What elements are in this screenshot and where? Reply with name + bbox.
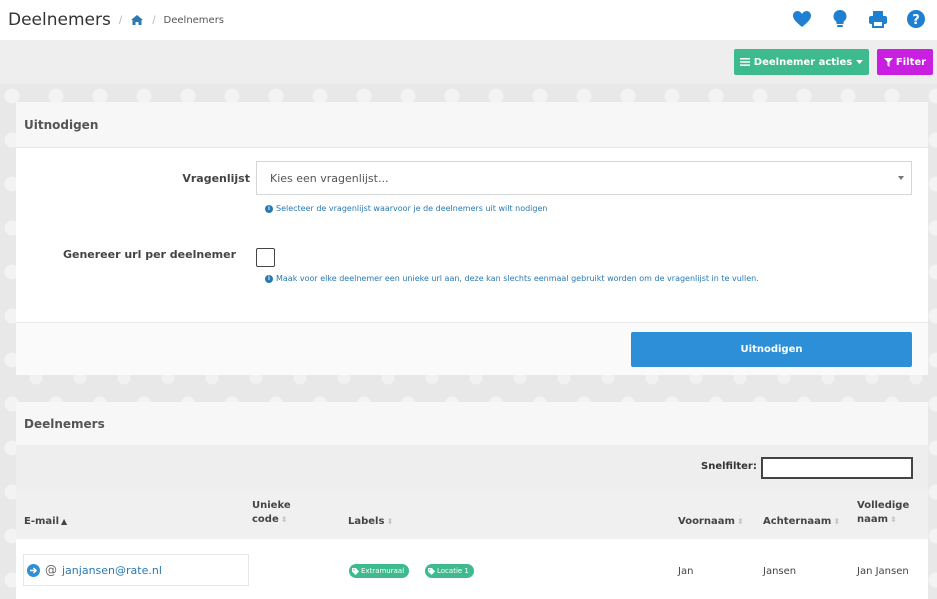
generate-url-help: i Maak voor elke deelnemer een unieke ur… [265, 274, 759, 283]
label-tag-text: Locatie 1 [437, 567, 469, 575]
tag-icon [428, 567, 435, 575]
invite-submit-button[interactable]: Uitnodigen [631, 332, 912, 367]
tag-icon [352, 567, 359, 575]
label-tag[interactable]: Locatie 1 [425, 564, 474, 578]
column-header-full-name[interactable]: Volledige naam ⬍ [857, 499, 909, 527]
column-header-labels-label: Labels [348, 516, 385, 527]
questionnaire-help: i Selecteer de vragenlijst waarvoor je d… [265, 204, 547, 213]
label-tag[interactable]: Extramuraal [349, 564, 410, 578]
invite-panel: Uitnodigen Vragenlijst Kies een vragenli… [16, 102, 928, 375]
full-name-cell: Jan Jansen [857, 566, 909, 577]
heart-icon[interactable] [791, 8, 813, 30]
top-header: Deelnemers / / Deelnemers ? [0, 0, 937, 40]
participants-panel-title: Deelnemers [16, 402, 928, 445]
questionnaire-help-text: Selecteer de vragenlijst waarvoor je de … [276, 204, 548, 213]
filter-button[interactable]: Filter [877, 49, 933, 75]
chevron-down-icon [898, 176, 904, 180]
sort-icon: ⬍ [736, 517, 744, 526]
help-icon[interactable]: ? [905, 8, 927, 30]
generate-url-help-text: Maak voor elke deelnemer een unieke url … [276, 274, 759, 283]
email-link[interactable]: janjansen@rate.nl [62, 564, 162, 577]
email-cell: @ janjansen@rate.nl [23, 554, 249, 586]
last-name-cell: Jansen [763, 566, 797, 577]
generate-url-label: Genereer url per deelnemer [62, 248, 236, 261]
questionnaire-label: Vragenlijst [182, 172, 250, 185]
sort-icon: ⬍ [890, 515, 897, 524]
info-icon: i [265, 204, 273, 213]
column-header-labels[interactable]: Labels ⬍ [348, 515, 393, 529]
menu-icon [739, 58, 750, 66]
caret-down-icon [856, 59, 864, 64]
column-header-first-name-label: Voornaam [678, 516, 735, 527]
breadcrumb-separator: / [152, 13, 156, 27]
column-header-last-name-label: Achternaam [763, 516, 832, 527]
column-header-email[interactable]: E-mail ▲ [24, 515, 67, 529]
quickfilter-label: Snelfilter: [701, 461, 757, 472]
page-title: Deelnemers [8, 10, 111, 30]
generate-url-checkbox[interactable] [256, 248, 275, 267]
participant-actions-label: Deelnemer acties [753, 56, 853, 68]
svg-text:?: ? [912, 13, 920, 28]
column-header-last-name[interactable]: Achternaam ⬍ [763, 515, 840, 529]
quickfilter-input[interactable] [761, 457, 913, 479]
sort-icon: ⬍ [386, 517, 394, 526]
sort-icon: ⬍ [833, 517, 841, 526]
breadcrumb-current: Deelnemers [163, 14, 225, 26]
column-header-full-name-label: naam [857, 514, 889, 525]
header-icons: ? [791, 8, 927, 30]
label-tag-text: Extramuraal [361, 567, 405, 575]
sort-asc-icon: ▲ [61, 517, 68, 526]
info-icon: i [265, 274, 273, 283]
sort-icon: ⬍ [280, 515, 288, 524]
filter-label: Filter [895, 56, 927, 68]
column-header-code[interactable]: Unieke code ⬍ [252, 499, 291, 527]
filter-icon [883, 57, 893, 67]
at-icon: @ [45, 563, 57, 577]
invite-panel-title: Uitnodigen [16, 102, 928, 148]
lightbulb-icon[interactable] [829, 8, 851, 30]
first-name-cell: Jan [678, 566, 694, 577]
column-header-full-name-label: Volledige [857, 500, 910, 511]
column-header-email-label: E-mail [24, 516, 60, 527]
column-header-code-label: Unieke [252, 500, 291, 511]
participants-panel: Deelnemers Snelfilter: E-mail ▲ Unieke co… [16, 402, 928, 599]
print-icon[interactable] [867, 8, 889, 30]
column-header-first-name[interactable]: Voornaam ⬍ [678, 515, 744, 529]
questionnaire-select[interactable]: Kies een vragenlijst... [256, 161, 912, 195]
home-icon[interactable] [130, 14, 144, 26]
column-header-code-label: code [252, 514, 279, 525]
arrow-right-circle-icon[interactable] [27, 563, 40, 577]
breadcrumb-separator: / [118, 13, 123, 27]
participant-actions-button[interactable]: Deelnemer acties [734, 49, 869, 75]
table-header [16, 489, 928, 539]
questionnaire-placeholder: Kies een vragenlijst... [270, 171, 389, 185]
